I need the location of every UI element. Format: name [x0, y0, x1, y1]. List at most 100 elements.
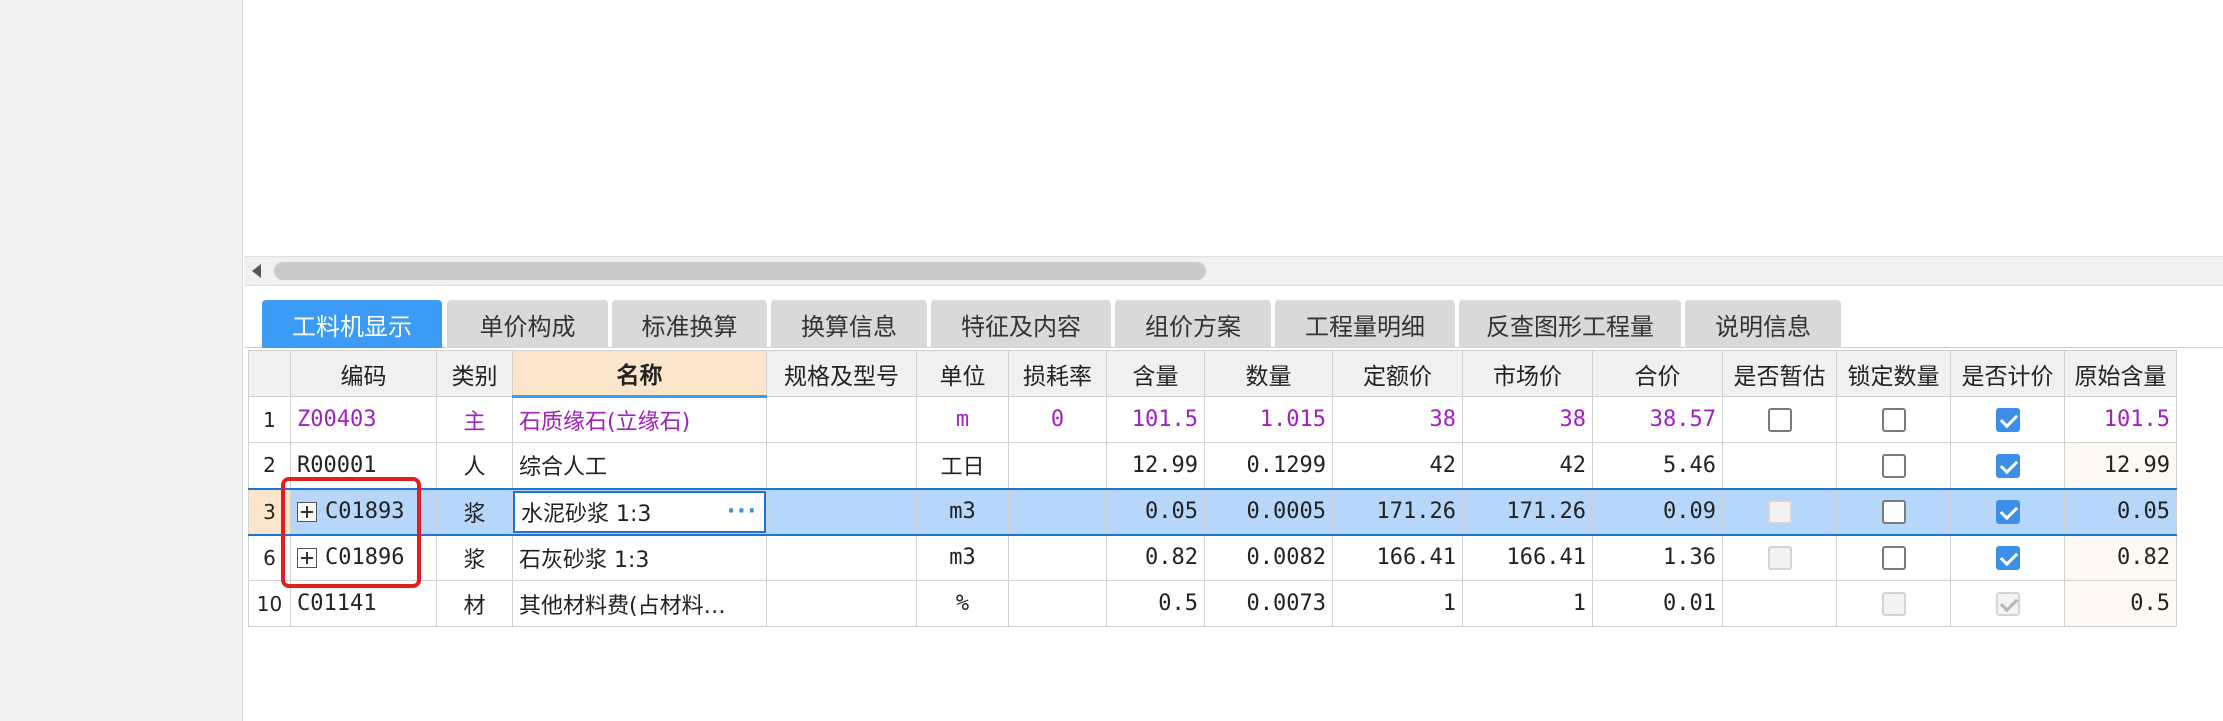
name-cell[interactable]: 石质缘石(立缘石): [512, 396, 767, 443]
unit-cell[interactable]: m3: [916, 534, 1009, 581]
column-header[interactable]: 锁定数量: [1836, 350, 1951, 397]
market-price-cell[interactable]: 166.41: [1462, 534, 1593, 581]
code-cell[interactable]: Z00403: [290, 396, 437, 443]
quota-price-cell[interactable]: 166.41: [1332, 534, 1463, 581]
unit-cell[interactable]: m3: [916, 487, 1009, 536]
quantity-cell[interactable]: 0.0082: [1204, 534, 1333, 581]
column-header[interactable]: 损耗率: [1008, 350, 1107, 397]
content-cell[interactable]: 12.99: [1106, 442, 1205, 489]
loss-rate-cell[interactable]: [1008, 580, 1107, 627]
loss-rate-cell[interactable]: 0: [1008, 396, 1107, 443]
content-cell[interactable]: 0.05: [1106, 487, 1205, 536]
loss-rate-cell[interactable]: [1008, 487, 1107, 536]
market-price-cell[interactable]: 171.26: [1462, 487, 1593, 536]
column-header[interactable]: 类别: [436, 350, 513, 397]
quantity-cell[interactable]: 0.0005: [1204, 487, 1333, 536]
scrollbar-thumb[interactable]: [274, 262, 1206, 280]
original-content-cell[interactable]: 0.05: [2064, 487, 2177, 536]
original-content-cell[interactable]: 12.99: [2064, 442, 2177, 489]
lock-quantity-checkbox[interactable]: [1881, 546, 1906, 571]
quantity-cell[interactable]: 1.015: [1204, 396, 1333, 443]
lock-quantity-checkbox[interactable]: [1881, 500, 1906, 524]
column-header[interactable]: 规格及型号: [766, 350, 917, 397]
tab-pricing-scheme[interactable]: 组价方案: [1115, 300, 1271, 348]
loss-rate-cell[interactable]: [1008, 442, 1107, 489]
loss-rate-cell[interactable]: [1008, 534, 1107, 581]
table-row[interactable]: 2 R00001 人 综合人工 工日 12.99 0.1299 42 42 5.…: [248, 442, 2177, 489]
horizontal-scrollbar[interactable]: [244, 256, 2223, 286]
provisional-checkbox[interactable]: [1767, 408, 1792, 432]
name-cell[interactable]: 其他材料费(占材料…: [512, 580, 767, 627]
code-cell[interactable]: C01896: [290, 534, 437, 581]
spec-cell[interactable]: [766, 534, 917, 581]
market-price-cell[interactable]: 38: [1462, 396, 1593, 443]
column-header[interactable]: 是否计价: [1950, 350, 2065, 397]
column-header[interactable]: 数量: [1204, 350, 1333, 397]
type-cell[interactable]: 主: [436, 396, 513, 443]
market-price-cell[interactable]: 1: [1462, 580, 1593, 627]
expand-plus-icon[interactable]: [297, 548, 317, 569]
type-cell[interactable]: 浆: [436, 487, 513, 536]
priced-checkbox[interactable]: [1995, 453, 2020, 478]
table-row[interactable]: 1 Z00403 主 石质缘石(立缘石) m 0 101.5 1.015 38 …: [248, 396, 2177, 443]
type-cell[interactable]: 材: [436, 580, 513, 627]
table-row[interactable]: 6 C01896 浆 石灰砂浆 1:3 m3 0.82 0.0082 166.4…: [248, 534, 2177, 581]
code-cell[interactable]: C01893: [290, 487, 437, 536]
code-cell[interactable]: R00001: [290, 442, 437, 489]
priced-checkbox[interactable]: [1995, 546, 2020, 571]
unit-cell[interactable]: m: [916, 396, 1009, 443]
content-cell[interactable]: 101.5: [1106, 396, 1205, 443]
market-price-cell[interactable]: 42: [1462, 442, 1593, 489]
priced-checkbox[interactable]: [1995, 408, 2020, 432]
scroll-left-arrow-icon[interactable]: [252, 264, 261, 278]
name-cell[interactable]: 水泥砂浆 1:3 ···: [512, 487, 767, 536]
name-cell[interactable]: 石灰砂浆 1:3: [512, 534, 767, 581]
tab-conversion-info[interactable]: 换算信息: [771, 300, 927, 348]
tab-quantity-detail[interactable]: 工程量明细: [1275, 300, 1455, 348]
more-options-button[interactable]: ···: [727, 499, 758, 524]
column-header[interactable]: 编码: [290, 350, 437, 397]
column-header[interactable]: 名称: [512, 350, 767, 398]
tab-features-content[interactable]: 特征及内容: [931, 300, 1111, 348]
tab-standard-conversion[interactable]: 标准换算: [612, 300, 767, 348]
original-content-cell[interactable]: 101.5: [2064, 396, 2177, 443]
name-cell-editor[interactable]: 水泥砂浆 1:3 ···: [513, 490, 766, 533]
name-cell[interactable]: 综合人工: [512, 442, 767, 489]
unit-cell[interactable]: 工日: [916, 442, 1009, 489]
code-cell[interactable]: C01141: [290, 580, 437, 627]
quantity-cell[interactable]: 0.1299: [1204, 442, 1333, 489]
expand-plus-icon[interactable]: [297, 502, 317, 522]
table-row-selected[interactable]: 3 C01893 浆 水泥砂浆 1:3 ··· m3 0.05 0.0005 1…: [248, 487, 2177, 536]
column-header[interactable]: 含量: [1106, 350, 1205, 397]
column-header[interactable]: 单位: [916, 350, 1009, 397]
original-content-cell[interactable]: 0.5: [2064, 580, 2177, 627]
column-header[interactable]: 定额价: [1332, 350, 1463, 397]
priced-checkbox[interactable]: [1995, 500, 2020, 524]
spec-cell[interactable]: [766, 487, 917, 536]
lock-quantity-checkbox[interactable]: [1881, 408, 1906, 432]
quota-price-cell[interactable]: 171.26: [1332, 487, 1463, 536]
tab-description-info[interactable]: 说明信息: [1685, 300, 1841, 348]
original-content-cell[interactable]: 0.82: [2064, 534, 2177, 581]
unit-cell[interactable]: %: [916, 580, 1009, 627]
column-header[interactable]: 市场价: [1462, 350, 1593, 397]
tab-unit-price-composition[interactable]: 单价构成: [447, 300, 608, 348]
spec-cell[interactable]: [766, 396, 917, 443]
quota-price-cell[interactable]: 42: [1332, 442, 1463, 489]
column-header[interactable]: 原始含量: [2064, 350, 2177, 397]
quota-price-cell[interactable]: 38: [1332, 396, 1463, 443]
column-header[interactable]: 合价: [1592, 350, 1723, 397]
content-cell[interactable]: 0.82: [1106, 534, 1205, 581]
type-cell[interactable]: 人: [436, 442, 513, 489]
quantity-cell[interactable]: 0.0073: [1204, 580, 1333, 627]
spec-cell[interactable]: [766, 580, 917, 627]
spec-cell[interactable]: [766, 442, 917, 489]
content-cell[interactable]: 0.5: [1106, 580, 1205, 627]
tab-reverse-graphic-quantity[interactable]: 反查图形工程量: [1459, 300, 1681, 348]
column-header[interactable]: 是否暂估: [1722, 350, 1837, 397]
tab-labor-material-machine[interactable]: 工料机显示: [262, 300, 442, 348]
type-cell[interactable]: 浆: [436, 534, 513, 581]
quota-price-cell[interactable]: 1: [1332, 580, 1463, 627]
table-row[interactable]: 10 C01141 材 其他材料费(占材料… % 0.5 0.0073 1 1 …: [248, 580, 2177, 627]
lock-quantity-checkbox[interactable]: [1881, 453, 1906, 478]
